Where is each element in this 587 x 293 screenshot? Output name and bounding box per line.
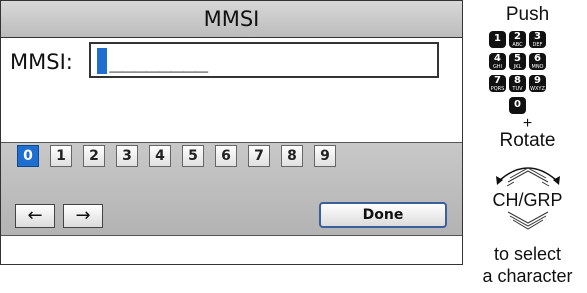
keypad-key-5-icon: 5 JKL (509, 53, 526, 70)
digit-key-4[interactable]: 4 (149, 145, 171, 167)
keypad-key-0-icon: 0 (509, 97, 526, 114)
digit-key-9[interactable]: 9 (314, 145, 336, 167)
push-label: Push (505, 4, 550, 25)
screen-title: MMSI (1, 1, 462, 38)
digit-key-7[interactable]: 7 (248, 145, 270, 167)
mmsi-value: ________ (97, 48, 208, 73)
keypad-key-9-icon: 9 WXYZ (529, 75, 546, 92)
digit-key-8[interactable]: 8 (281, 145, 303, 167)
keypad-key-6-icon: 6 MNO (529, 53, 546, 70)
rotate-label: Rotate (499, 130, 556, 151)
keypad-key-3-icon: 3 DEF (529, 31, 546, 48)
keypad-key-4-icon: 4 GHI (489, 53, 506, 70)
digit-key-5[interactable]: 5 (182, 145, 204, 167)
digit-key-2[interactable]: 2 (83, 145, 105, 167)
cursor-left-button[interactable]: ← (15, 204, 55, 228)
mmsi-label: MMSI: (10, 50, 73, 74)
to-select-label: to select (493, 244, 562, 264)
done-button[interactable]: Done (319, 202, 447, 228)
keypad-key-8-icon: 8 TUV (509, 75, 526, 92)
cursor-right-button[interactable]: → (63, 204, 103, 228)
keypad-key-1-icon: 1 (489, 31, 506, 48)
radio-screen: MMSI MMSI: ________ 0 1 2 3 4 5 6 7 8 9 … (0, 0, 463, 265)
mmsi-input[interactable]: ________ (89, 42, 439, 78)
text-cursor (97, 48, 107, 74)
keypad-key-7-icon: 7 PQRS (489, 75, 506, 92)
digit-key-0[interactable]: 0 (17, 145, 39, 167)
digit-key-1[interactable]: 1 (50, 145, 72, 167)
a-character-label: a character (482, 266, 573, 286)
instruction-panel: Push 1 2 ABC 3 DEF 4 GHI 5 JKL 6 MNO 7 PQRS 8T… (468, 0, 587, 293)
digit-key-6[interactable]: 6 (215, 145, 237, 167)
digit-key-3[interactable]: 3 (116, 145, 138, 167)
keypad-key-2-icon: 2 ABC (509, 31, 526, 48)
dial-label: CH/GRP (492, 190, 563, 210)
